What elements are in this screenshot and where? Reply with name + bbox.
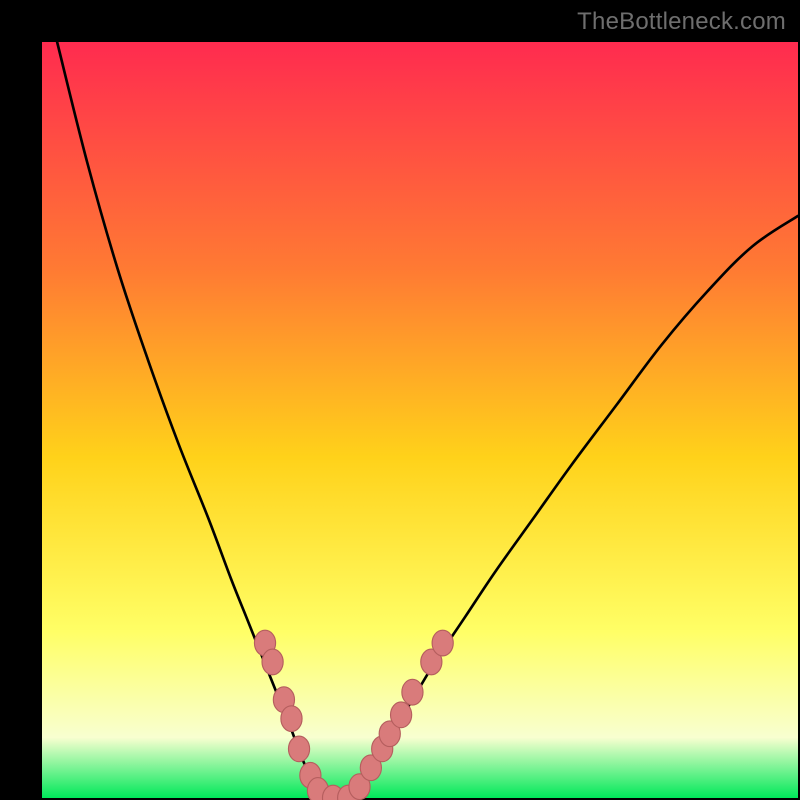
curve-layer — [42, 42, 798, 798]
marker-group — [254, 630, 453, 800]
marker-point — [288, 736, 309, 762]
marker-point — [262, 649, 283, 675]
watermark-text: TheBottleneck.com — [577, 8, 786, 36]
marker-point — [281, 706, 302, 732]
curve-left — [57, 42, 322, 798]
marker-point — [402, 679, 423, 705]
marker-point — [391, 702, 412, 728]
marker-point — [432, 630, 453, 656]
curve-right — [352, 216, 798, 798]
chart-stage: TheBottleneck.com — [0, 0, 800, 800]
